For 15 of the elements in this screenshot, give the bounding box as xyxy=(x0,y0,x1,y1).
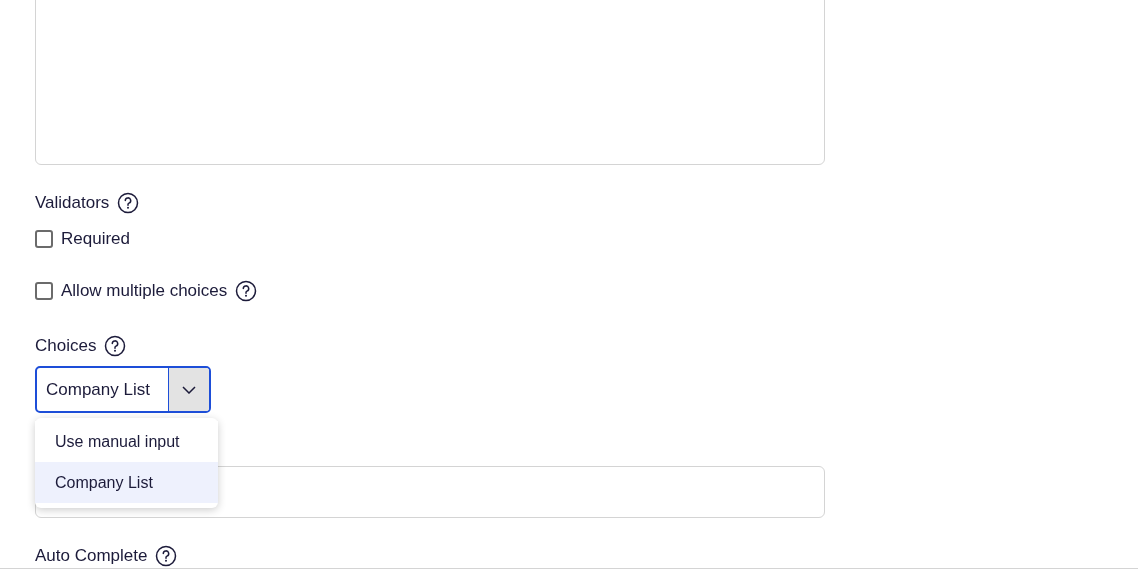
field-label: Choices xyxy=(35,335,97,357)
help-icon[interactable] xyxy=(104,335,127,357)
field-label: Auto Complete xyxy=(35,545,148,567)
checkbox[interactable] xyxy=(35,282,53,300)
chevron-down-icon xyxy=(182,385,196,394)
dropdown-option[interactable]: Use manual input xyxy=(35,421,218,462)
checkbox-label: Required xyxy=(61,228,130,250)
help-icon[interactable] xyxy=(155,545,178,567)
checkbox[interactable] xyxy=(35,230,53,248)
dropdown-option[interactable]: Company List xyxy=(35,462,218,503)
help-icon[interactable] xyxy=(235,280,258,302)
checkbox-label: Allow multiple choices xyxy=(61,280,228,302)
choices-select[interactable]: Company List xyxy=(35,366,211,413)
field-label: Validators xyxy=(35,192,110,214)
help-icon[interactable] xyxy=(117,192,140,214)
